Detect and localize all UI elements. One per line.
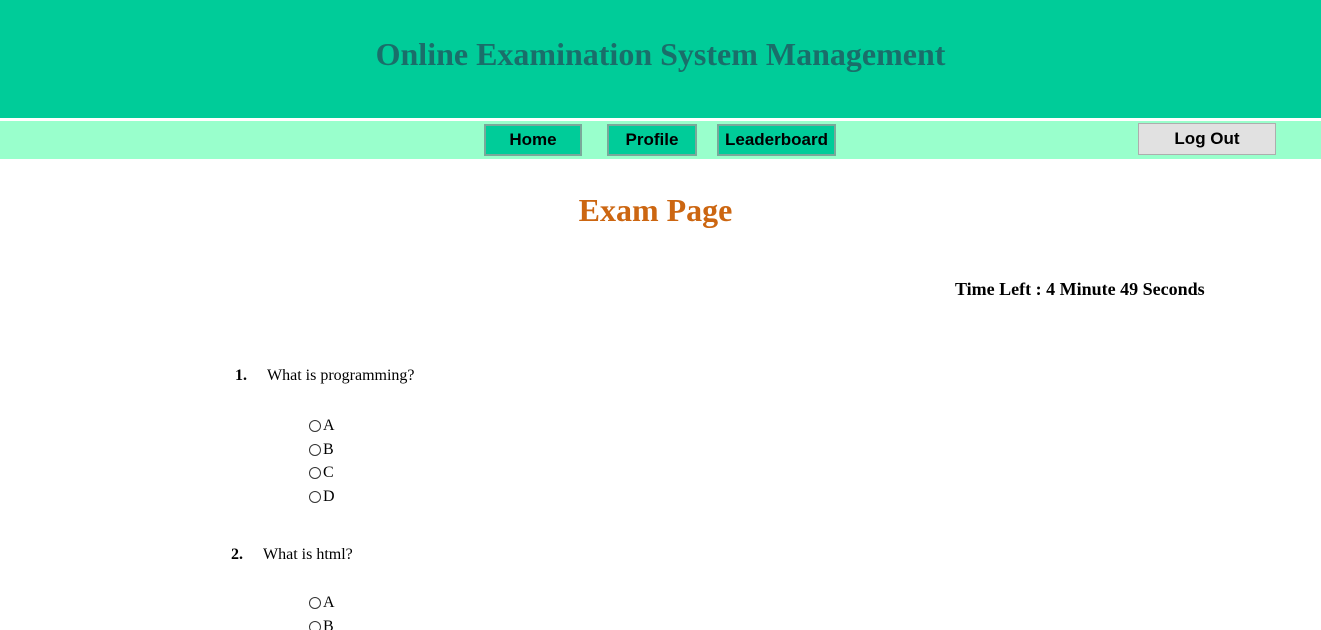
radio-button[interactable] [309,467,321,480]
option-c[interactable]: C [309,461,335,485]
option-b[interactable]: B [309,438,335,462]
page-title: Exam Page [578,192,733,228]
radio-button[interactable] [309,490,321,503]
question-number: 1. [235,367,247,384]
option-label: D [323,487,335,505]
option-b[interactable]: B [309,615,335,630]
option-a[interactable]: A [309,591,335,615]
option-label: A [323,416,335,434]
question-2-options: A B [309,591,335,630]
question-1-options: A B C D [309,414,335,509]
option-label: A [323,593,335,611]
leaderboard-button[interactable]: Leaderboard [717,124,836,156]
radio-button[interactable] [309,620,321,630]
nav-bar: Home Profile Leaderboard Log Out [0,121,1321,159]
option-d[interactable]: D [309,485,335,509]
question-2: 2. What is html? [231,546,353,564]
question-text: What is html? [263,546,353,563]
time-left: Time Left : 4 Minute 49 Seconds [955,279,1205,299]
radio-button[interactable] [309,443,321,456]
radio-button[interactable] [309,419,321,432]
site-header: Online Examination System Management [0,0,1321,118]
question-1: 1. What is programming? [235,367,415,385]
question-number: 2. [231,546,243,563]
site-title: Online Examination System Management [375,36,946,72]
option-label: B [323,440,334,458]
question-text: What is programming? [267,367,415,384]
exam-page: Online Examination System Management Hom… [0,0,1321,630]
profile-button[interactable]: Profile [607,124,697,156]
home-button[interactable]: Home [484,124,582,156]
option-label: C [323,464,334,482]
option-label: B [323,617,334,630]
logout-button[interactable]: Log Out [1138,123,1276,155]
radio-button[interactable] [309,596,321,609]
option-a[interactable]: A [309,414,335,438]
